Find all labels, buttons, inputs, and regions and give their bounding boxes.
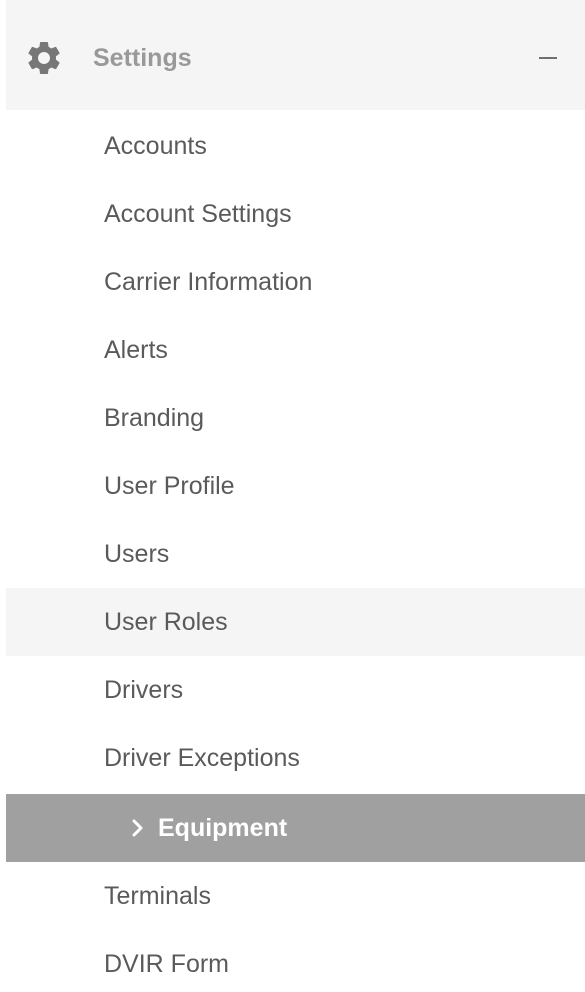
menu-item-equipment[interactable]: Equipment bbox=[6, 794, 585, 862]
menu-item-users[interactable]: Users bbox=[6, 520, 585, 588]
menu-item-label: Equipment bbox=[158, 814, 288, 842]
gear-icon bbox=[28, 42, 60, 74]
collapse-icon[interactable] bbox=[539, 57, 557, 59]
settings-title: Settings bbox=[93, 44, 192, 72]
menu-item-dvir-form[interactable]: DVIR Form bbox=[6, 930, 585, 992]
menu-item-label: Alerts bbox=[104, 336, 168, 364]
menu-item-user-profile[interactable]: User Profile bbox=[6, 452, 585, 520]
menu-item-drivers[interactable]: Drivers bbox=[6, 656, 585, 724]
settings-sidebar: Settings Accounts Account Settings Carri… bbox=[0, 0, 585, 992]
menu-item-label: DVIR Form bbox=[104, 950, 229, 978]
menu-item-label: User Profile bbox=[104, 472, 235, 500]
menu-item-branding[interactable]: Branding bbox=[6, 384, 585, 452]
chevron-right-icon bbox=[132, 819, 143, 837]
menu-item-label: Terminals bbox=[104, 882, 211, 910]
menu-item-driver-exceptions[interactable]: Driver Exceptions bbox=[6, 724, 585, 792]
menu-item-label: Driver Exceptions bbox=[104, 744, 300, 772]
menu-item-account-settings[interactable]: Account Settings bbox=[6, 180, 585, 248]
menu-item-alerts[interactable]: Alerts bbox=[6, 316, 585, 384]
menu-item-label: Users bbox=[104, 540, 170, 568]
menu-item-terminals[interactable]: Terminals bbox=[6, 862, 585, 930]
menu-item-label: Drivers bbox=[104, 676, 184, 704]
menu-item-label: Account Settings bbox=[104, 200, 292, 228]
menu-item-label: User Roles bbox=[104, 608, 228, 636]
menu-item-carrier-information[interactable]: Carrier Information bbox=[6, 248, 585, 316]
menu-item-accounts[interactable]: Accounts bbox=[6, 112, 585, 180]
menu-item-label: Accounts bbox=[104, 132, 207, 160]
settings-section-header[interactable]: Settings bbox=[6, 0, 585, 110]
menu-item-user-roles[interactable]: User Roles bbox=[6, 588, 585, 656]
menu-item-label: Carrier Information bbox=[104, 268, 313, 296]
menu-item-label: Branding bbox=[104, 404, 205, 432]
